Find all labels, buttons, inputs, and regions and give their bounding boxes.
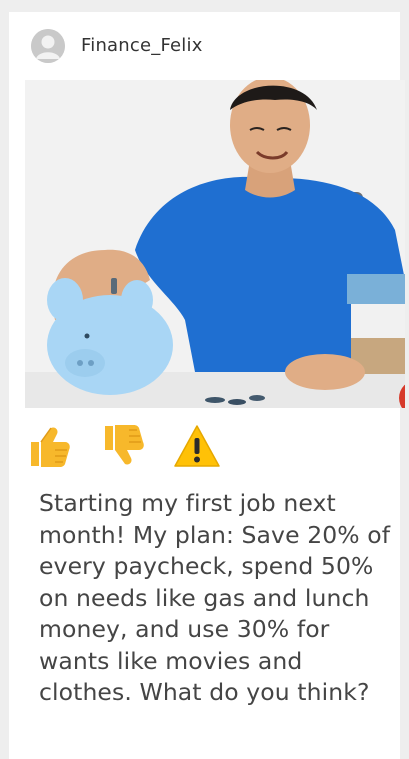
username[interactable]: Finance_Felix bbox=[81, 35, 203, 56]
post-header: Finance_Felix bbox=[9, 28, 400, 64]
post-body-text: Starting my first job next month! My pla… bbox=[39, 489, 391, 706]
thumbs-up-icon[interactable] bbox=[25, 422, 73, 470]
thumbs-down-icon[interactable] bbox=[99, 422, 147, 470]
post-card: Finance_Felix Starting my first job next… bbox=[9, 12, 405, 759]
reaction-bar bbox=[25, 422, 325, 470]
user-avatar-icon[interactable] bbox=[31, 29, 65, 63]
post-photo bbox=[25, 80, 405, 408]
warning-icon[interactable] bbox=[173, 422, 221, 470]
